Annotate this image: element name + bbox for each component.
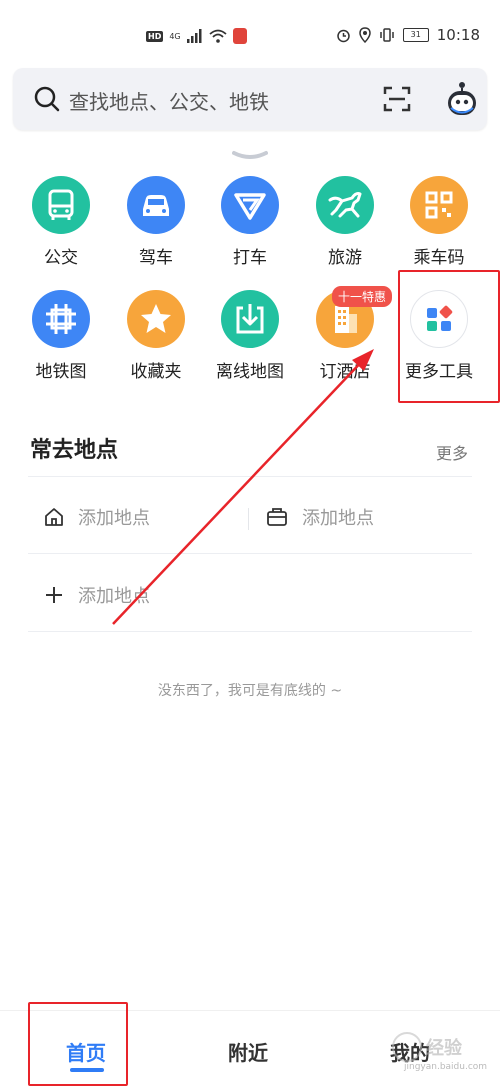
watermark-text: 经验 <box>426 1038 462 1059</box>
watermark-logo-icon <box>392 1032 422 1062</box>
watermark: 经验 <box>392 1032 462 1062</box>
watermark-url: jingyan.baidu.com <box>404 1062 488 1072</box>
tab-nearby[interactable]: 附近 <box>228 1037 268 1066</box>
annotation-box-home-tab <box>28 1002 128 1086</box>
annotation-arrow <box>112 349 374 625</box>
